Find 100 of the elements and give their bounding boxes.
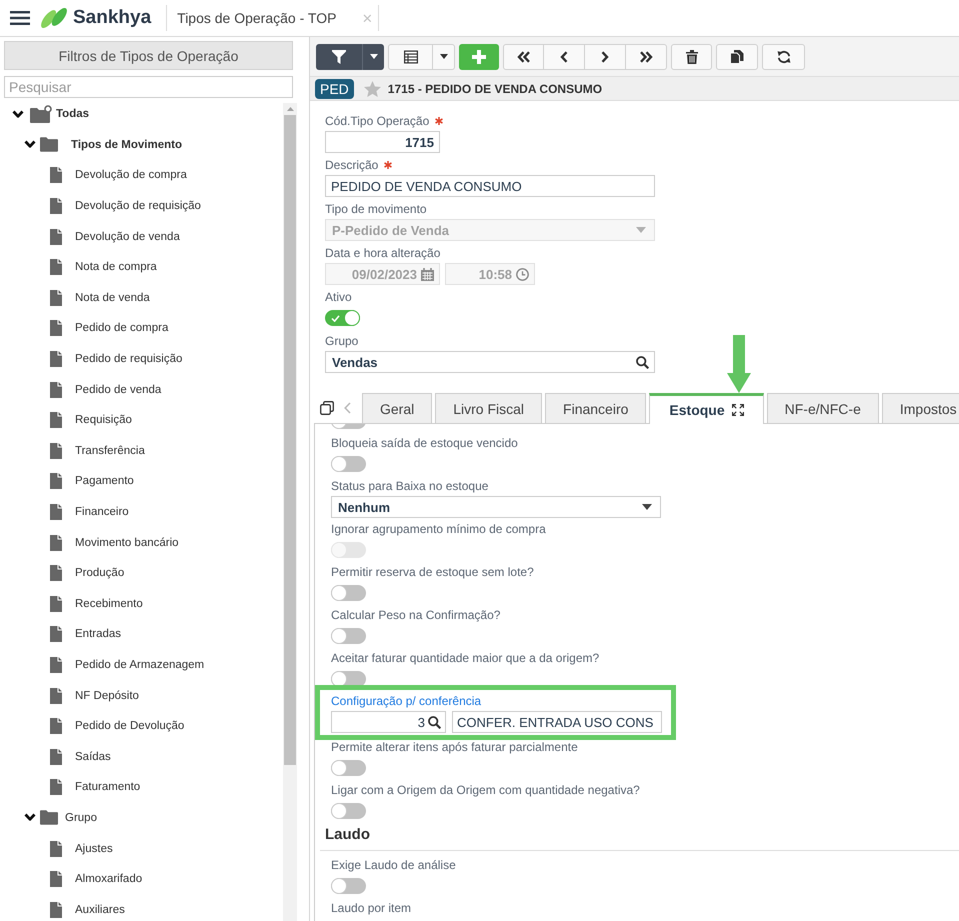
grid-view-button[interactable] bbox=[388, 44, 433, 70]
tab[interactable]: Financeiro bbox=[545, 393, 646, 423]
tree-item[interactable]: Grupo bbox=[65, 812, 97, 824]
tree-item[interactable]: Saídas bbox=[75, 750, 111, 763]
chevron-down-icon[interactable] bbox=[12, 110, 24, 119]
search-icon[interactable] bbox=[636, 356, 649, 368]
tree-item[interactable]: Ajustes bbox=[75, 842, 113, 855]
file-icon bbox=[50, 198, 62, 214]
tree-item[interactable]: Pagamento bbox=[75, 475, 134, 488]
file-icon bbox=[50, 320, 62, 336]
file-icon bbox=[50, 504, 62, 520]
file-icon bbox=[50, 718, 62, 734]
duplicate-button[interactable] bbox=[716, 44, 758, 70]
tab[interactable]: Impostos bbox=[882, 393, 959, 423]
tree-item[interactable]: Pedido de venda bbox=[75, 384, 162, 396]
toggle-switch[interactable] bbox=[325, 310, 360, 326]
tree-item[interactable]: Movimento bancário bbox=[75, 536, 179, 549]
tab[interactable]: Geral bbox=[362, 393, 432, 423]
file-icon bbox=[50, 351, 62, 368]
file-icon bbox=[50, 902, 62, 918]
documents-icon bbox=[730, 50, 744, 64]
code-field[interactable]: 1715 bbox=[325, 131, 440, 153]
tree-item[interactable]: Transferência bbox=[75, 444, 145, 457]
tree-item[interactable]: Pedido de Devolução bbox=[75, 720, 184, 732]
file-icon bbox=[50, 840, 62, 857]
next-record-button[interactable] bbox=[585, 44, 626, 70]
field-label: Cód.Tipo Operação bbox=[325, 114, 430, 128]
tab[interactable]: NF-e/NFC-e bbox=[766, 393, 879, 423]
expand-icon[interactable] bbox=[732, 404, 744, 416]
tree-item[interactable]: Devolução de requisição bbox=[75, 200, 201, 212]
lookup-field[interactable]: Vendas bbox=[325, 351, 655, 373]
toggle-switch[interactable] bbox=[331, 628, 366, 644]
tree-item[interactable]: Entradas bbox=[75, 628, 122, 640]
page-tab-title[interactable]: Tipos de Operação - TOP bbox=[177, 10, 336, 26]
filter-button[interactable] bbox=[316, 44, 362, 70]
tree-item[interactable]: Pedido de compra bbox=[75, 322, 168, 334]
tree-item[interactable]: Pedido de requisição bbox=[75, 353, 182, 366]
toggle-switch[interactable] bbox=[331, 456, 366, 472]
last-record-button[interactable] bbox=[626, 44, 667, 70]
file-icon bbox=[50, 626, 62, 642]
field-label: Calcular Peso na Confirmação? bbox=[331, 608, 500, 622]
file-icon bbox=[50, 565, 62, 582]
search-icon[interactable] bbox=[428, 716, 441, 728]
file-icon bbox=[50, 167, 62, 184]
tree-item[interactable]: Almoxarifado bbox=[75, 873, 142, 886]
tree-item[interactable]: Recebimento bbox=[75, 598, 143, 610]
chevron-down-icon[interactable] bbox=[24, 140, 36, 150]
description-field[interactable]: CONFER. ENTRADA USO CONS bbox=[452, 711, 662, 733]
dropdown-field[interactable]: Nenhum bbox=[331, 496, 661, 518]
tree-item[interactable]: Devolução de compra bbox=[75, 169, 187, 182]
record-title: 1715 - PEDIDO DE VENDA CONSUMO bbox=[388, 82, 602, 96]
tab[interactable]: Estoque bbox=[649, 393, 764, 424]
filter-icon bbox=[332, 50, 346, 64]
copy-icon[interactable] bbox=[320, 401, 334, 415]
tree-item[interactable]: Nota de compra bbox=[75, 261, 157, 274]
tree-item[interactable]: NF Depósito bbox=[75, 690, 139, 702]
file-icon bbox=[50, 228, 62, 245]
brand-name: Sankhya bbox=[73, 7, 152, 29]
delete-button[interactable] bbox=[671, 44, 712, 70]
file-icon bbox=[50, 534, 62, 551]
caret-down-icon bbox=[440, 54, 448, 59]
dropdown-button[interactable] bbox=[362, 44, 384, 70]
scrollbar-track[interactable] bbox=[283, 103, 297, 921]
star-icon[interactable] bbox=[364, 80, 381, 96]
previous-record-button[interactable] bbox=[544, 44, 585, 70]
search-field[interactable]: Pesquisar bbox=[4, 76, 293, 98]
field-label: Permitir reserva de estoque sem lote? bbox=[331, 565, 534, 579]
scrollbar-thumb[interactable] bbox=[284, 115, 296, 765]
code-field[interactable]: 3 bbox=[331, 711, 446, 733]
file-icon bbox=[50, 871, 62, 888]
file-icon bbox=[50, 290, 62, 306]
tree-item[interactable]: Devolução de venda bbox=[75, 230, 180, 243]
toggle-switch[interactable] bbox=[331, 585, 366, 601]
field-label: Configuração p/ conferência bbox=[331, 694, 482, 708]
tree-item[interactable]: Nota de venda bbox=[75, 292, 150, 304]
chevron-down-icon[interactable] bbox=[24, 813, 36, 822]
refresh-button[interactable] bbox=[762, 44, 805, 70]
logo-icon bbox=[40, 6, 68, 30]
first-record-button[interactable] bbox=[503, 44, 544, 70]
field-label: Data e hora alteração bbox=[325, 246, 440, 260]
tree-item[interactable]: Tipos de Movimento bbox=[65, 138, 182, 151]
toggle-switch[interactable] bbox=[331, 760, 366, 776]
tab[interactable]: Livro Fiscal bbox=[435, 393, 542, 423]
field-label: Ligar com a Origem da Origem com quantidade negativa? bbox=[331, 783, 640, 797]
file-icon bbox=[50, 748, 62, 765]
tree-item[interactable]: Requisição bbox=[75, 414, 132, 426]
field-label: Exige Laudo de análise bbox=[331, 858, 456, 872]
field-label: Grupo bbox=[325, 334, 358, 348]
menu-icon[interactable] bbox=[10, 11, 30, 25]
text-field[interactable]: PEDIDO DE VENDA CONSUMO bbox=[325, 175, 655, 197]
toggle-switch[interactable] bbox=[331, 878, 366, 894]
toggle-switch[interactable] bbox=[331, 803, 366, 819]
double-chevron-right-icon bbox=[639, 50, 653, 64]
tree-item[interactable]: Produção bbox=[75, 567, 124, 580]
tree-item[interactable]: Financeiro bbox=[75, 506, 129, 518]
tree-item[interactable]: Faturamento bbox=[75, 781, 140, 794]
field-label: Ignorar agrupamento mínimo de compra bbox=[331, 522, 546, 536]
tree-item[interactable]: Auxiliares bbox=[75, 904, 125, 916]
tree-item[interactable]: Pedido de Armazenagem bbox=[75, 658, 204, 671]
tree-item[interactable]: Todas bbox=[56, 108, 90, 120]
